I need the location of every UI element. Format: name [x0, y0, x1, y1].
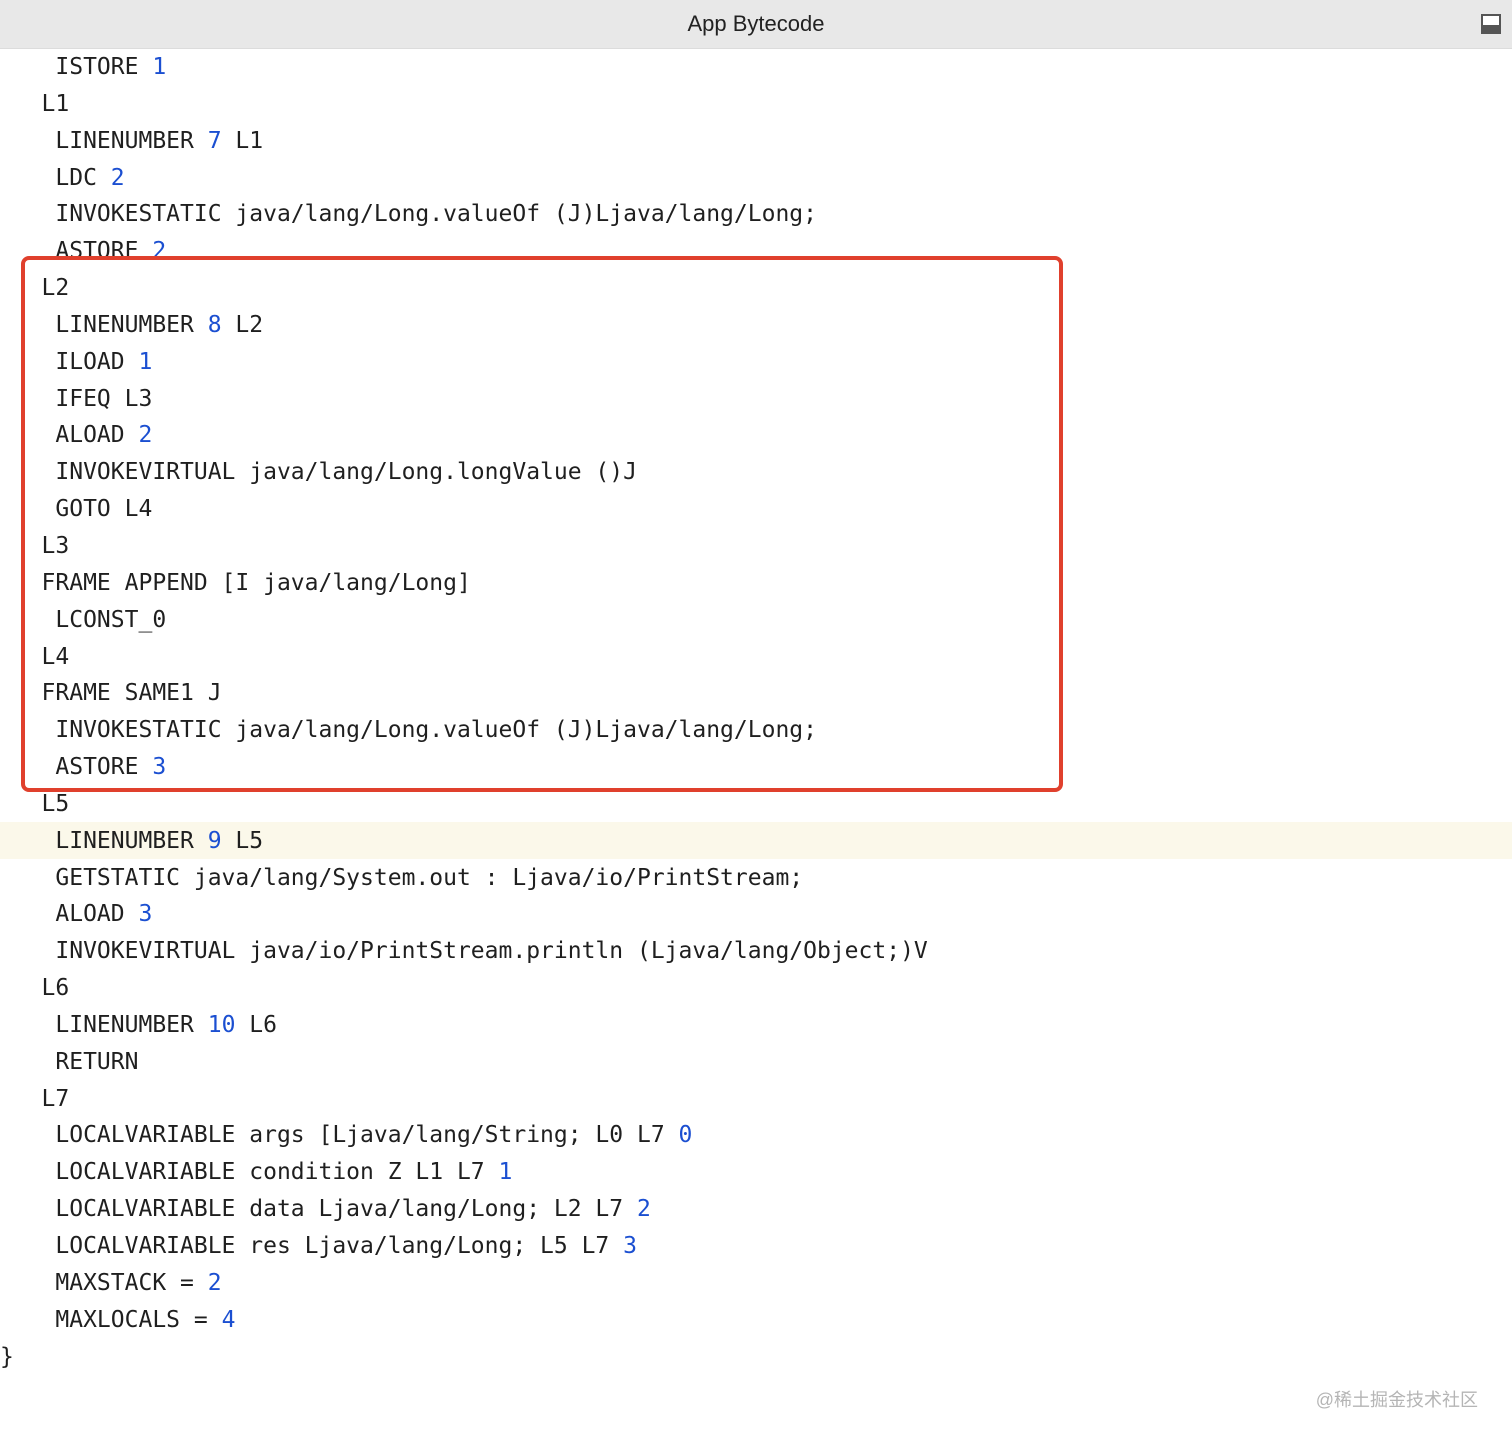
code-line: ALOAD 3 — [0, 895, 1512, 932]
code-line: GOTO L4 — [0, 490, 1512, 527]
code-line: ILOAD 1 — [0, 343, 1512, 380]
operand-number: 3 — [623, 1233, 637, 1259]
code-token: L2 — [41, 275, 70, 302]
operand-number: 2 — [110, 164, 125, 191]
code-token: LOCALVARIABLE args [Ljava/lang/String; L… — [55, 1122, 679, 1149]
code-token: LINENUMBER — [55, 127, 208, 154]
code-token: ASTORE — [55, 238, 153, 265]
code-token: RETURN — [55, 1048, 139, 1075]
code-line: GETSTATIC java/lang/System.out : Ljava/i… — [0, 859, 1512, 896]
code-token: LDC — [55, 164, 111, 191]
code-token: INVOKESTATIC java/lang/Long.valueOf (J)L… — [55, 717, 817, 744]
code-line: LINENUMBER 7 L1 — [0, 122, 1512, 159]
window-title: App Bytecode — [687, 11, 825, 36]
code-token: MAXLOCALS = — [55, 1306, 222, 1333]
title-bar: App Bytecode — [0, 0, 1512, 49]
operand-number: 0 — [678, 1122, 693, 1149]
code-line: L2 — [0, 269, 1512, 306]
operand-number: 10 — [207, 1011, 236, 1038]
code-line: INVOKEVIRTUAL java/lang/Long.longValue (… — [0, 453, 1512, 490]
code-line: LINENUMBER 9 L5 — [0, 821, 1512, 859]
code-token: L3 — [41, 532, 70, 559]
code-token: L6 — [235, 1011, 277, 1038]
operand-number: 8 — [207, 311, 222, 338]
code-token: INVOKEVIRTUAL java/lang/Long.longValue (… — [55, 459, 637, 486]
code-line: IFEQ L3 — [0, 380, 1512, 417]
code-line: L3 — [0, 527, 1512, 564]
code-token: LCONST_0 — [55, 606, 167, 633]
operand-number: 3 — [138, 901, 153, 928]
code-token: LINENUMBER — [55, 1011, 208, 1038]
code-token: ASTORE — [55, 754, 153, 781]
code-line: L1 — [0, 85, 1512, 122]
operand-number: 9 — [207, 827, 222, 854]
bytecode-view[interactable]: ISTORE 1 L1 LINENUMBER 7 L1 LDC 2 INVOKE… — [0, 48, 1512, 1374]
code-token: GETSTATIC java/lang/System.out : Ljava/i… — [55, 864, 804, 891]
code-token: FRAME SAME1 J — [41, 680, 222, 707]
code-token: FRAME APPEND [I java/lang/Long] — [41, 569, 471, 596]
code-token: LINENUMBER — [55, 827, 208, 854]
code-line: } — [0, 1338, 1512, 1375]
code-token: ILOAD — [55, 348, 139, 375]
code-token: GOTO L4 — [55, 496, 153, 523]
code-line: LOCALVARIABLE args [Ljava/lang/String; L… — [0, 1116, 1512, 1153]
code-line: MAXLOCALS = 4 — [0, 1301, 1512, 1338]
code-line: FRAME APPEND [I java/lang/Long] — [0, 564, 1512, 601]
code-line: L7 — [0, 1080, 1512, 1117]
code-token: LINENUMBER — [55, 311, 208, 338]
code-token: IFEQ L3 — [55, 385, 153, 412]
code-line: LDC 2 — [0, 159, 1512, 196]
operand-number: 1 — [152, 54, 167, 80]
operand-number: 2 — [138, 422, 153, 449]
operand-number: 4 — [221, 1306, 236, 1333]
code-token: } — [0, 1343, 14, 1370]
code-line: LCONST_0 — [0, 601, 1512, 638]
code-line: LOCALVARIABLE data Ljava/lang/Long; L2 L… — [0, 1190, 1512, 1227]
code-token: ALOAD — [55, 901, 139, 928]
code-token: LOCALVARIABLE condition Z L1 L7 — [55, 1159, 499, 1186]
code-line: INVOKESTATIC java/lang/Long.valueOf (J)L… — [0, 195, 1512, 232]
code-line: LINENUMBER 8 L2 — [0, 306, 1512, 343]
code-line: LOCALVARIABLE res Ljava/lang/Long; L5 L7… — [0, 1227, 1512, 1264]
code-token: ISTORE — [55, 54, 153, 80]
code-token: L7 — [41, 1085, 70, 1112]
code-token: L1 — [41, 90, 70, 117]
watermark: @稀土掘金技术社区 — [1315, 1390, 1478, 1410]
operand-number: 1 — [138, 348, 153, 375]
code-token: LOCALVARIABLE res Ljava/lang/Long; L5 L7 — [55, 1233, 624, 1259]
code-token: INVOKESTATIC java/lang/Long.valueOf (J)L… — [55, 201, 817, 228]
code-line: INVOKEVIRTUAL java/io/PrintStream.printl… — [0, 932, 1512, 969]
code-token: L6 — [41, 975, 70, 1002]
code-token: ALOAD — [55, 422, 139, 449]
code-line: LINENUMBER 10 L6 — [0, 1006, 1512, 1043]
code-line: L5 — [0, 785, 1512, 822]
code-line: MAXSTACK = 2 — [0, 1264, 1512, 1301]
code-token: L5 — [41, 790, 70, 817]
operand-number: 2 — [152, 238, 167, 265]
toggle-panel-icon[interactable] — [1481, 14, 1501, 34]
code-line: RETURN — [0, 1043, 1512, 1080]
operand-number: 7 — [207, 127, 222, 154]
code-line: ALOAD 2 — [0, 416, 1512, 453]
operand-number: 3 — [152, 754, 167, 781]
code-token: INVOKEVIRTUAL java/io/PrintStream.printl… — [55, 938, 928, 965]
code-line: LOCALVARIABLE condition Z L1 L7 1 — [0, 1153, 1512, 1190]
code-line: L6 — [0, 969, 1512, 1006]
code-token: L2 — [221, 311, 264, 338]
code-token: L1 — [221, 127, 264, 154]
code-token: L5 — [221, 827, 264, 854]
operand-number: 2 — [207, 1269, 222, 1296]
code-line: ASTORE 2 — [0, 232, 1512, 269]
operand-number: 1 — [498, 1159, 513, 1186]
code-line: L4 — [0, 638, 1512, 675]
code-token: MAXSTACK = — [55, 1269, 208, 1296]
code-line: FRAME SAME1 J — [0, 674, 1512, 711]
code-line: INVOKESTATIC java/lang/Long.valueOf (J)L… — [0, 711, 1512, 748]
operand-number: 2 — [636, 1196, 651, 1223]
code-line: ASTORE 3 — [0, 748, 1512, 785]
code-line: ISTORE 1 — [0, 48, 1512, 85]
code-token: LOCALVARIABLE data Ljava/lang/Long; L2 L… — [55, 1196, 637, 1223]
code-token: L4 — [41, 643, 70, 670]
